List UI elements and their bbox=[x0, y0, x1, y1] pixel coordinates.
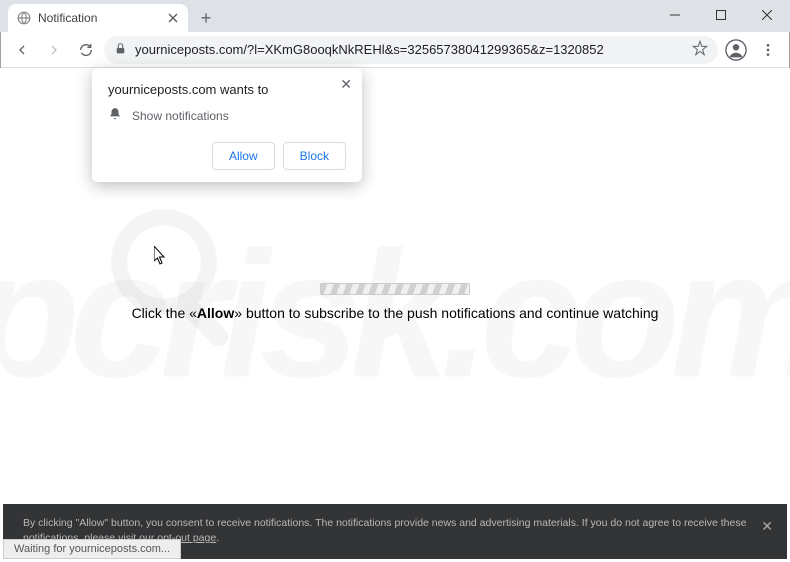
dialog-title: yourniceposts.com wants to bbox=[108, 82, 346, 97]
consent-close-icon[interactable]: ✕ bbox=[761, 516, 773, 537]
new-tab-button[interactable]: + bbox=[192, 4, 220, 32]
allow-button[interactable]: Allow bbox=[212, 142, 275, 170]
tab-close-icon[interactable] bbox=[166, 11, 180, 25]
instruction-text: Click the «Allow» button to subscribe to… bbox=[0, 305, 790, 321]
dialog-close-icon[interactable]: ✕ bbox=[340, 76, 352, 93]
loading-progress-bar bbox=[320, 283, 470, 295]
block-button[interactable]: Block bbox=[283, 142, 346, 170]
back-button[interactable] bbox=[8, 36, 36, 64]
profile-button[interactable] bbox=[722, 36, 750, 64]
notification-permission-dialog: ✕ yourniceposts.com wants to Show notifi… bbox=[92, 68, 362, 182]
reload-button[interactable] bbox=[72, 36, 100, 64]
browser-tab[interactable]: Notification bbox=[8, 4, 188, 32]
url-text: yourniceposts.com/?l=XKmG8ooqkNkREHl&s=3… bbox=[135, 42, 604, 57]
forward-button[interactable] bbox=[40, 36, 68, 64]
permission-label: Show notifications bbox=[132, 109, 229, 123]
watermark-magnifier-icon bbox=[100, 198, 260, 358]
address-bar[interactable]: yourniceposts.com/?l=XKmG8ooqkNkREHl&s=3… bbox=[104, 36, 718, 64]
lock-icon bbox=[114, 42, 127, 58]
close-window-button[interactable] bbox=[744, 0, 790, 30]
bookmark-star-icon[interactable] bbox=[692, 40, 708, 59]
globe-icon bbox=[16, 10, 32, 26]
bell-icon bbox=[108, 107, 122, 124]
browser-toolbar: yourniceposts.com/?l=XKmG8ooqkNkREHl&s=3… bbox=[0, 32, 790, 68]
minimize-button[interactable] bbox=[652, 0, 698, 30]
menu-button[interactable] bbox=[754, 36, 782, 64]
tab-title: Notification bbox=[38, 11, 160, 25]
maximize-button[interactable] bbox=[698, 0, 744, 30]
status-bar: Waiting for yourniceposts.com... bbox=[3, 539, 181, 559]
window-titlebar: Notification + bbox=[0, 0, 790, 32]
